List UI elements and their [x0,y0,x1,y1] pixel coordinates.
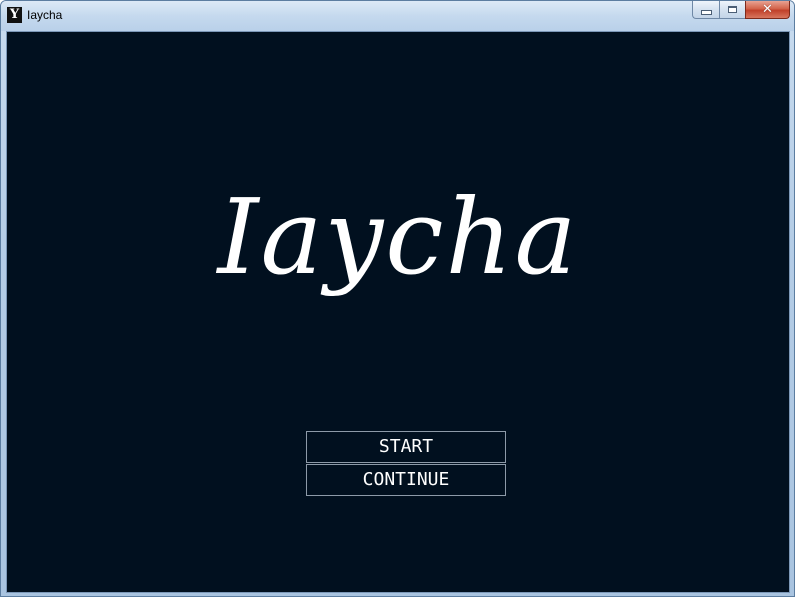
close-button[interactable]: ✕ [745,1,790,19]
game-canvas[interactable]: Iaycha START CONTINUE [6,31,790,593]
game-title: Iaycha [217,176,579,298]
close-icon: ✕ [762,2,773,17]
minimize-button[interactable] [692,1,719,19]
minimize-icon [700,10,712,15]
caption-buttons: ✕ [692,1,790,20]
start-button[interactable]: START [306,431,506,463]
app-window: Y Iaycha ✕ Iaycha START CONTINUE [0,0,795,597]
maximize-button[interactable] [719,1,745,19]
maximize-icon [728,6,737,13]
main-menu: START CONTINUE [306,431,506,497]
title-bar[interactable]: Y Iaycha ✕ [1,1,794,31]
app-icon[interactable]: Y [7,7,22,23]
window-title: Iaycha [27,8,63,22]
continue-button[interactable]: CONTINUE [306,464,506,496]
